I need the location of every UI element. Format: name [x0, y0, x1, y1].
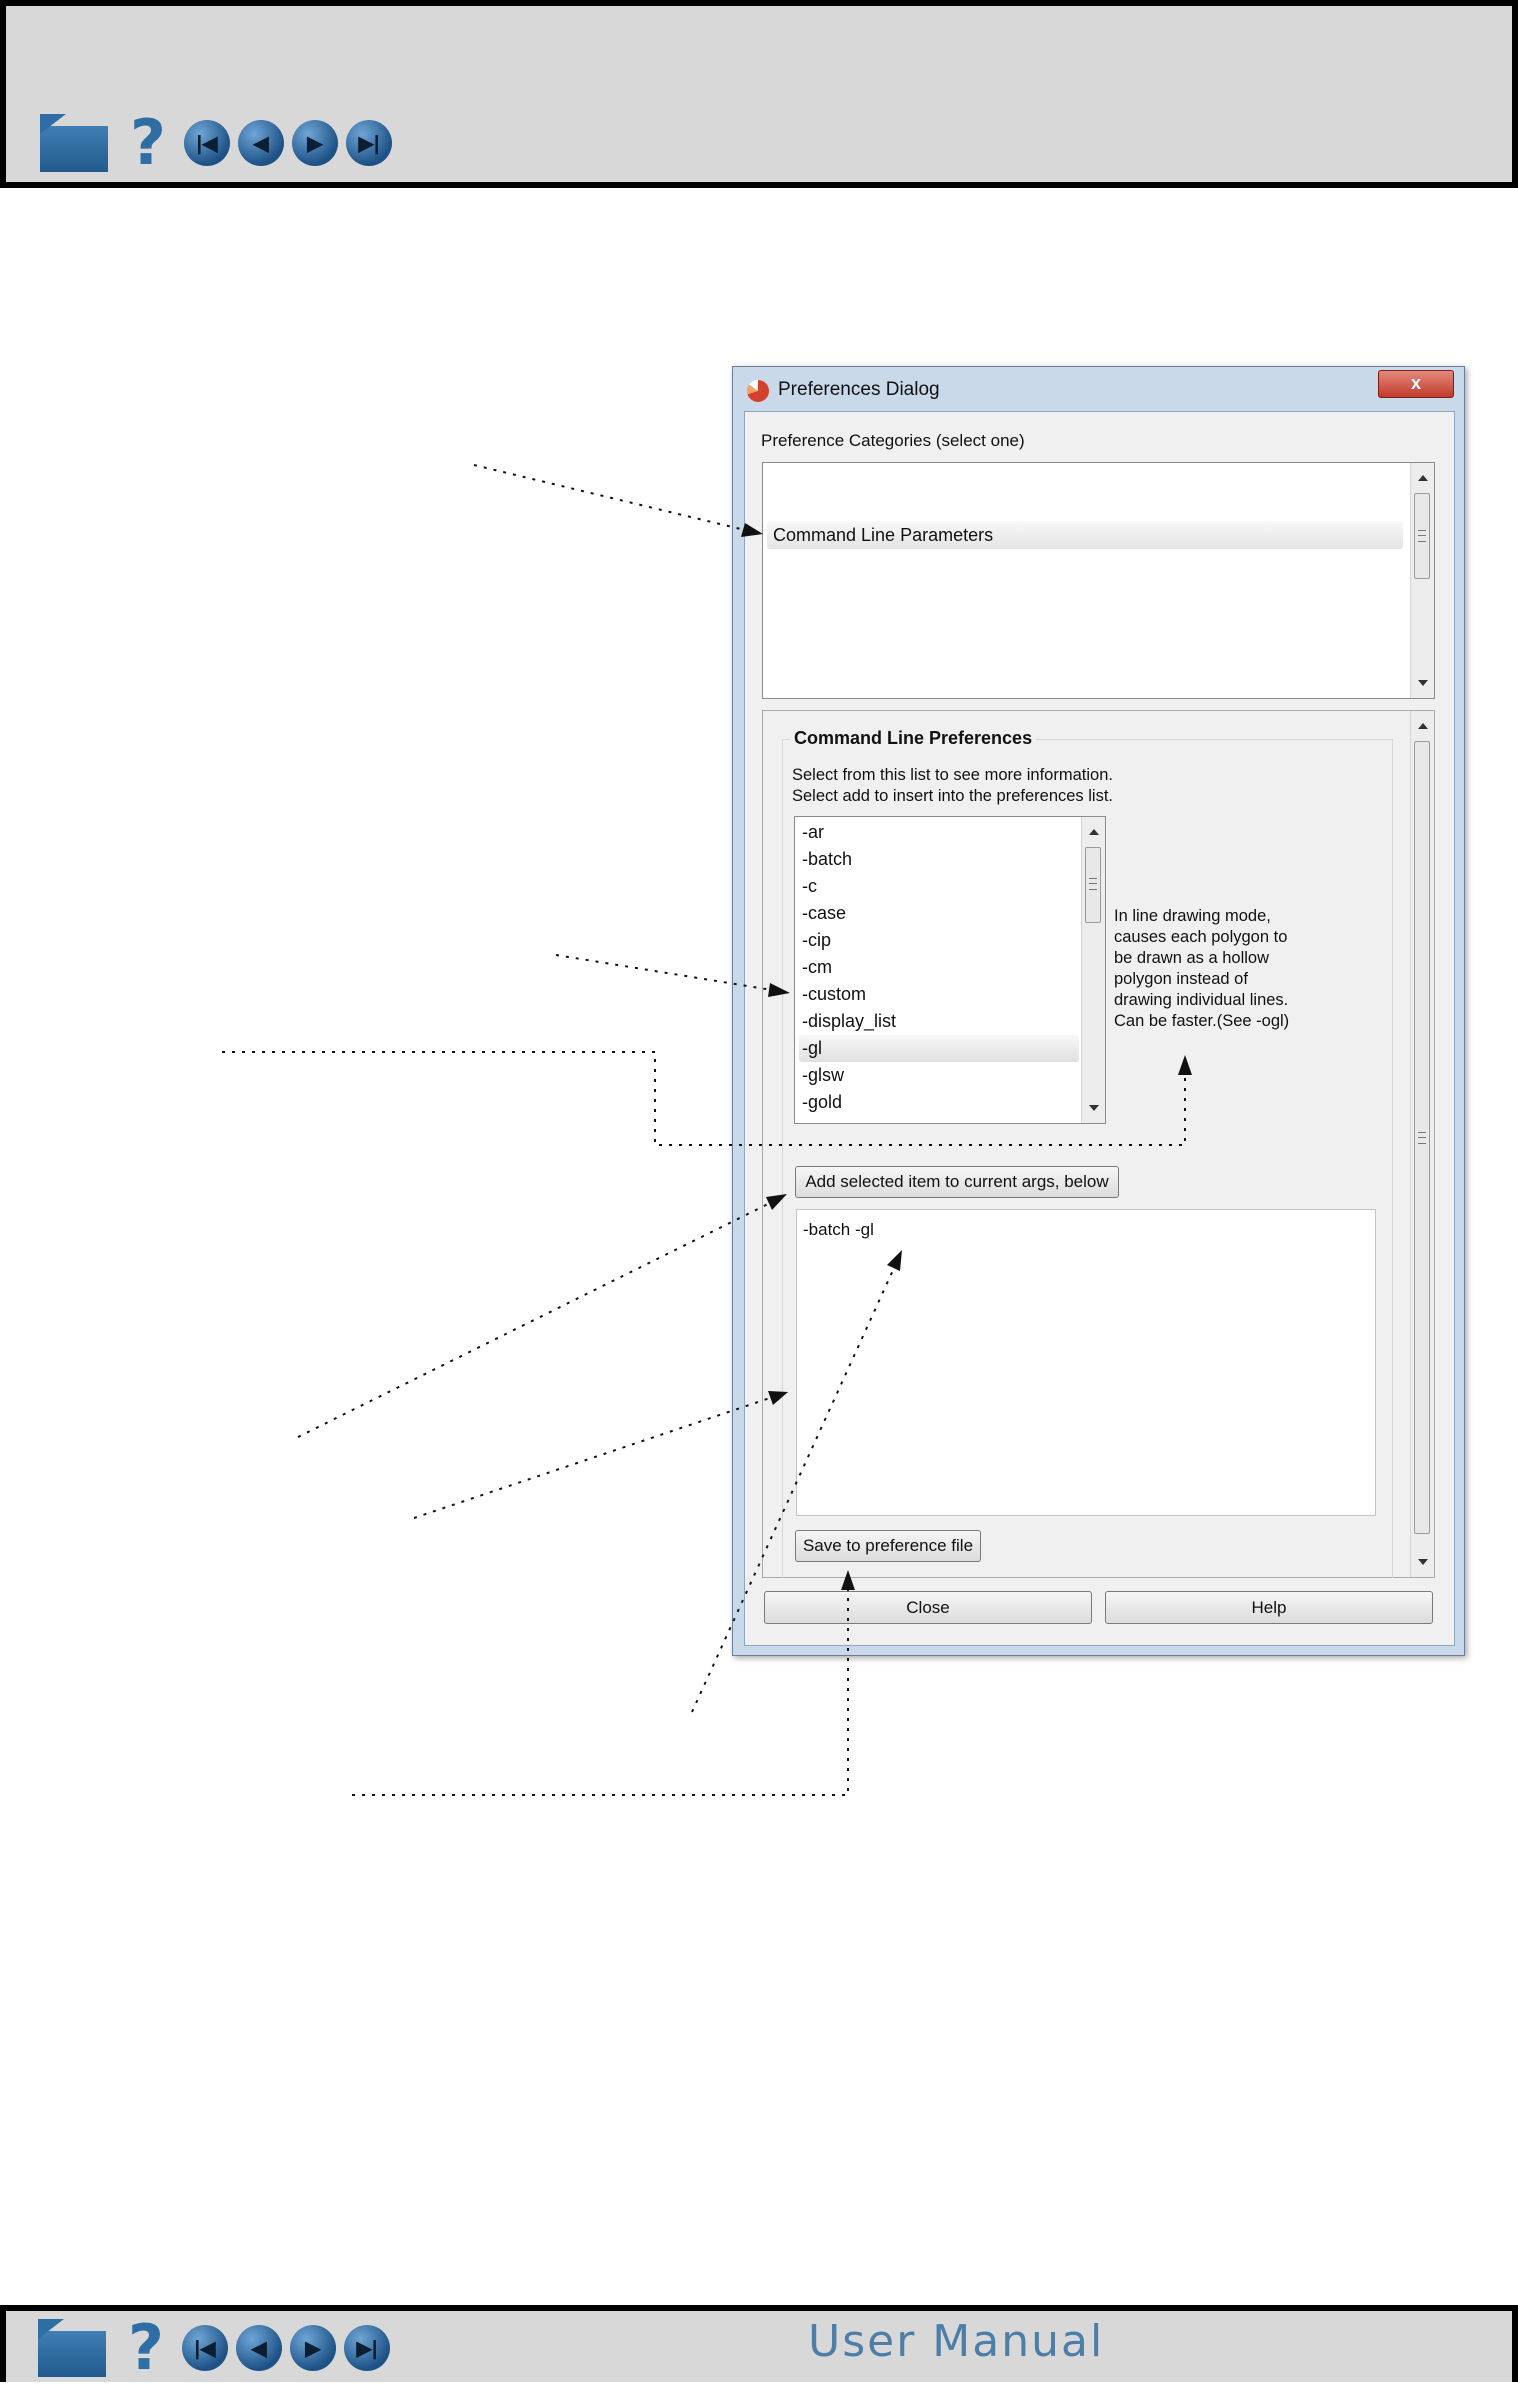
list-item[interactable]: -glsw [799, 1062, 1079, 1089]
parameter-description: In line drawing mode, causes each polygo… [1114, 906, 1314, 1032]
description-line: Can be faster.(See -ogl) [1114, 1012, 1290, 1030]
instruction-line-2: Select add to insert into the preference… [792, 787, 1114, 805]
parameter-list[interactable]: -ar -batch -c -case -cip -cm -custom -di… [794, 816, 1106, 1124]
help-icon[interactable]: ? [128, 2317, 164, 2379]
list-item[interactable]: -c [799, 873, 1079, 900]
grip-icon [1089, 878, 1097, 890]
bottom-navigation-bar: ? |◀ ◀ ▶ ▶| [0, 2305, 1518, 2382]
manual-title: User Manual [808, 2316, 1105, 2367]
dialog-title: Preferences Dialog [778, 379, 940, 400]
list-item[interactable]: -case [799, 900, 1079, 927]
callout-line [297, 1202, 771, 1438]
first-page-icon[interactable]: |◀ [182, 2325, 228, 2371]
description-line: causes each polygon to [1114, 928, 1288, 946]
first-page-icon[interactable]: |◀ [184, 120, 230, 166]
list-item-selected[interactable]: -gl [799, 1035, 1079, 1062]
category-scroll-thumb[interactable] [1414, 493, 1430, 579]
instruction-line-1: Select from this list to see more inform… [792, 766, 1113, 784]
current-args-textarea[interactable]: -batch -gl [796, 1209, 1376, 1516]
save-to-preference-file-button[interactable]: Save to preference file [795, 1530, 981, 1562]
last-page-icon[interactable]: ▶| [344, 2325, 390, 2371]
list-item[interactable]: -custom [799, 981, 1079, 1008]
callout-line [473, 464, 746, 531]
window-close-button[interactable]: x [1378, 370, 1454, 398]
scroll-up-arrow-icon[interactable] [1418, 475, 1428, 481]
panel-scroll-thumb[interactable] [1414, 741, 1430, 1534]
list-item[interactable]: -gold [799, 1089, 1079, 1116]
last-page-icon[interactable]: ▶| [346, 120, 392, 166]
scroll-up-arrow-icon[interactable] [1418, 723, 1428, 729]
close-button[interactable]: Close [764, 1591, 1092, 1624]
scroll-down-arrow-icon[interactable] [1418, 680, 1428, 686]
add-selected-item-button[interactable]: Add selected item to current args, below [795, 1166, 1119, 1198]
parameter-list-scrollbar[interactable] [1081, 817, 1105, 1123]
grip-icon [1418, 530, 1426, 542]
list-item[interactable]: -ar [799, 819, 1079, 846]
home-icon[interactable] [38, 2319, 106, 2377]
list-item[interactable]: -cm [799, 954, 1079, 981]
description-line: In line drawing mode, [1114, 907, 1271, 925]
grip-icon [1418, 1132, 1426, 1144]
category-list-scrollbar[interactable] [1410, 463, 1434, 698]
home-icon[interactable] [40, 114, 108, 172]
top-navigation-bar: ? |◀ ◀ ▶ ▶| [0, 0, 1518, 188]
list-item[interactable]: -display_list [799, 1008, 1079, 1035]
dialog-titlebar[interactable]: Preferences Dialog x [733, 367, 1464, 411]
category-item-command-line[interactable]: Command Line Parameters [767, 521, 1403, 549]
scroll-up-arrow-icon[interactable] [1089, 829, 1099, 835]
app-logo-icon [747, 380, 769, 402]
panel-scrollbar[interactable] [1410, 711, 1434, 1577]
scroll-down-arrow-icon[interactable] [1089, 1105, 1099, 1111]
description-line: polygon instead of [1114, 970, 1248, 988]
callout-line [413, 1397, 771, 1519]
next-page-icon[interactable]: ▶ [290, 2325, 336, 2371]
parameter-scroll-thumb[interactable] [1085, 847, 1101, 923]
category-list[interactable]: Command Line Parameters [762, 462, 1435, 699]
list-item[interactable]: -batch [799, 846, 1079, 873]
previous-page-icon[interactable]: ◀ [238, 120, 284, 166]
next-page-icon[interactable]: ▶ [292, 120, 338, 166]
list-item[interactable]: -cip [799, 927, 1079, 954]
group-title: Command Line Preferences [790, 728, 1037, 749]
categories-label: Preference Categories (select one) [761, 431, 1025, 450]
description-line: drawing individual lines. [1114, 991, 1289, 1009]
description-line: be drawn as a hollow [1114, 949, 1270, 967]
previous-page-icon[interactable]: ◀ [236, 2325, 282, 2371]
help-icon[interactable]: ? [130, 112, 166, 174]
bottom-nav-icons: ? |◀ ◀ ▶ ▶| [38, 2317, 398, 2379]
top-nav-icons: ? |◀ ◀ ▶ ▶| [40, 112, 400, 174]
help-button[interactable]: Help [1105, 1591, 1433, 1624]
scroll-down-arrow-icon[interactable] [1418, 1559, 1428, 1565]
instruction-text: Select from this list to see more inform… [792, 765, 1113, 807]
